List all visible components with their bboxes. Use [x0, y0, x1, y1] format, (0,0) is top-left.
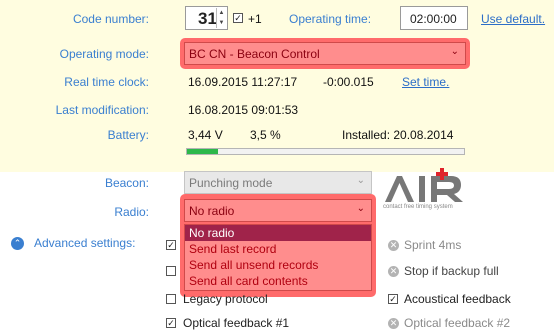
battery-voltage: 3,44 V: [188, 128, 223, 142]
beacon-select[interactable]: Punching mode ⌄: [184, 171, 372, 194]
operating-time-value: 02:00:00: [410, 12, 457, 26]
expand-icon[interactable]: ⌃: [11, 237, 24, 250]
radio-value: No radio: [189, 204, 235, 218]
legacy-protocol-checkbox[interactable]: [166, 294, 176, 304]
spinner-arrows[interactable]: ▲ ▼: [216, 8, 226, 28]
stop-if-backup-full-label: Stop if backup full: [404, 264, 499, 278]
hidden-checkbox-1[interactable]: ✓: [166, 240, 176, 250]
last-modification-label: Last modification:: [55, 103, 149, 117]
radio-option-send-all-unsend-records[interactable]: Send all unsend records: [185, 257, 371, 273]
use-default-link[interactable]: Use default.: [481, 12, 545, 26]
code-number-label: Code number:: [72, 12, 149, 26]
operating-mode-value: BC CN - Beacon Control: [189, 47, 320, 61]
acoustical-feedback-checkbox[interactable]: ✓: [388, 294, 398, 304]
plus1-label: +1: [248, 12, 262, 26]
logo-tagline: contact free timing system: [383, 204, 453, 210]
real-time-clock-label: Real time clock:: [64, 75, 149, 89]
radio-option-no-radio[interactable]: No radio: [185, 225, 371, 241]
sprint-4ms-label: Sprint 4ms: [404, 238, 462, 252]
clock-offset: -0:00.015: [323, 75, 374, 89]
acoustical-feedback-label: Acoustical feedback: [404, 292, 511, 306]
battery-bar-fill: [187, 149, 218, 154]
optical-feedback-1-label: Optical feedback #1: [183, 316, 290, 330]
chevron-down-icon: ⌄: [450, 46, 459, 57]
hidden-checkbox-2[interactable]: [166, 266, 176, 276]
battery-bar: [186, 148, 465, 155]
last-modification-value: 16.08.2015 09:01:53: [188, 103, 299, 117]
chevron-down-icon: ⌄: [356, 203, 365, 214]
beacon-label: Beacon:: [104, 176, 149, 190]
code-number-value: 31: [198, 9, 217, 28]
operating-time-input[interactable]: 02:00:00: [400, 6, 468, 30]
radio-label: Radio:: [114, 205, 149, 219]
optical-feedback-2-label: Optical feedback #2: [404, 316, 511, 330]
code-number-spinner[interactable]: 31 ▲ ▼: [185, 6, 228, 30]
chevron-down-icon: ⌄: [356, 175, 365, 186]
radio-option-send-last-record[interactable]: Send last record: [185, 241, 371, 257]
legacy-protocol-label: Legacy protocol: [183, 292, 268, 306]
advanced-settings-label[interactable]: Advanced settings:: [34, 236, 135, 250]
disabled-x-icon: ✕: [388, 240, 399, 251]
beacon-value: Punching mode: [189, 176, 273, 190]
operating-time-label: Operating time:: [289, 12, 372, 26]
disabled-x-icon: ✕: [388, 318, 399, 329]
plus1-checkbox[interactable]: ✓: [233, 13, 243, 23]
battery-percent: 3,5 %: [250, 128, 281, 142]
disabled-x-icon: ✕: [388, 266, 399, 277]
battery-installed: Installed: 20.08.2014: [342, 128, 454, 142]
set-time-link[interactable]: Set time.: [402, 75, 449, 89]
operating-mode-select[interactable]: BC CN - Beacon Control ⌄: [184, 42, 466, 65]
radio-select[interactable]: No radio ⌄: [184, 199, 372, 222]
radio-dropdown-list: No radio Send last record Send all unsen…: [184, 224, 372, 291]
optical-feedback-1-checkbox[interactable]: ✓: [166, 318, 176, 328]
clock-datetime: 16.09.2015 11:27:17: [188, 75, 298, 89]
radio-option-send-all-card-contents[interactable]: Send all card contents: [185, 273, 371, 289]
battery-label: Battery:: [107, 128, 149, 142]
air-plus-logo: contact free timing system: [383, 168, 493, 218]
operating-mode-label: Operating mode:: [59, 47, 149, 61]
